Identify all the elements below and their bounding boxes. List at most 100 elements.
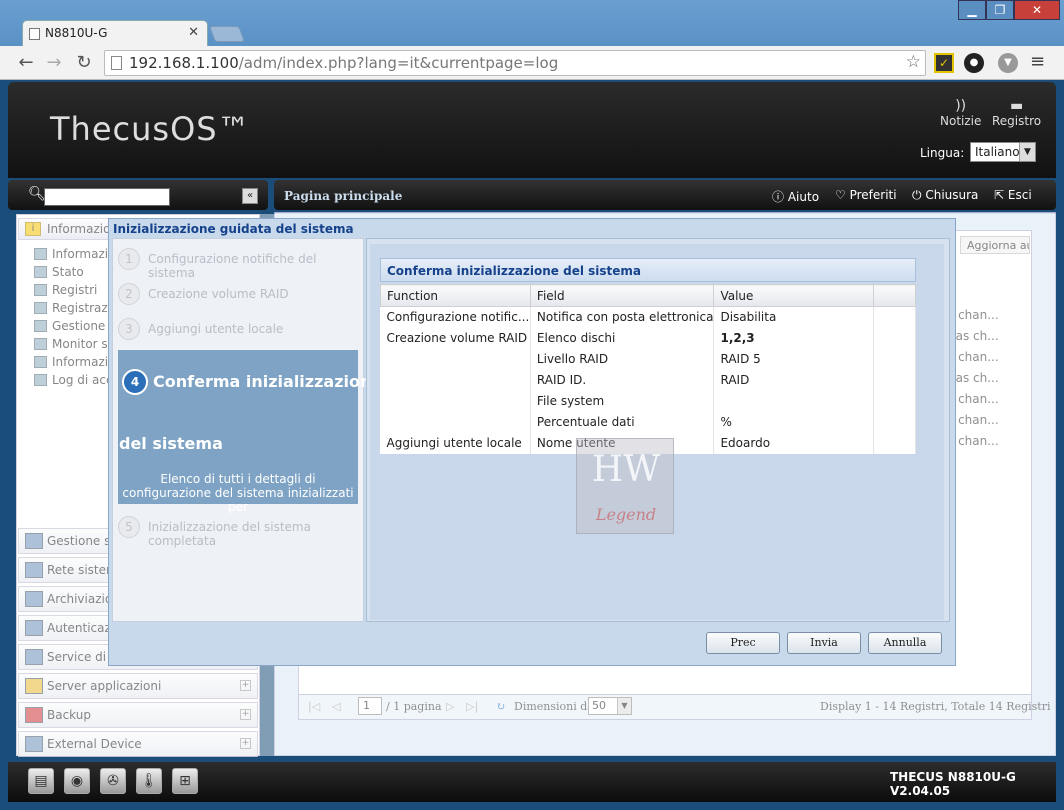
column-header-value[interactable]: Value — [713, 284, 874, 307]
news-label: Notizie — [940, 114, 982, 128]
cell-value: Disabilita — [713, 306, 874, 328]
current-step-description: Elenco di tutti i dettagli di configuraz… — [122, 472, 354, 514]
cell-value: Edoardo — [713, 432, 874, 454]
new-tab-button[interactable] — [209, 26, 245, 42]
cancel-button[interactable]: Annulla — [868, 632, 942, 654]
browser-tab[interactable]: N8810U-G ✕ — [22, 20, 208, 46]
cell-value: 1,2,3 — [713, 327, 874, 349]
step-label: Aggiungi utente locale — [148, 322, 284, 336]
shutdown-link[interactable]: ⏻ Chiusura — [912, 188, 978, 203]
table-row[interactable]: Creazione volume RAID Elenco dischi 1,2,3 — [380, 327, 917, 349]
wizard-step-5: 5 Inizializzazione del sistema completata — [118, 516, 358, 548]
wizard-step-2: 2 Creazione volume RAID — [118, 283, 358, 305]
cell-empty — [873, 390, 917, 412]
cell-empty — [873, 369, 917, 391]
help-link[interactable]: ⓘ Aiuto — [772, 188, 819, 205]
wizard-step-3: 3 Aggiungi utente locale — [118, 318, 358, 340]
extension-icon[interactable]: ✓ — [934, 53, 954, 73]
maximize-button[interactable]: ❐ — [986, 0, 1014, 20]
log-label: Registro — [992, 114, 1042, 128]
cell-empty — [873, 432, 917, 454]
address-bar[interactable]: 192.168.1.100/adm/index.php?lang=it&curr… — [104, 50, 926, 76]
back-icon[interactable]: ← — [14, 52, 38, 73]
current-step-label: Conferma inizializzazione — [153, 372, 383, 391]
cell-empty — [873, 411, 917, 433]
language-select[interactable]: Italiano ▼ — [970, 142, 1036, 162]
cell-field: Notifica con posta elettronica — [530, 306, 715, 328]
help-icon: ⓘ — [772, 190, 785, 204]
heart-icon: ♡ — [835, 188, 846, 202]
cell-empty — [873, 348, 917, 370]
cell-field: File system — [530, 390, 715, 412]
network-icon[interactable]: ⊞ — [172, 768, 198, 794]
storage-status-icon[interactable]: ▤ — [28, 768, 54, 794]
shutdown-label: Chiusura — [925, 188, 979, 202]
logout-label: Esci — [1007, 188, 1032, 202]
page-title: Pagina principale — [284, 189, 403, 203]
wizard-step-1: 1 Configurazione notifiche del sistema — [118, 248, 358, 280]
column-header-empty — [872, 284, 917, 307]
watermark-logo: HW Legend — [576, 438, 674, 534]
chat-icon: ▬ — [1009, 98, 1024, 114]
cell-function: Creazione volume RAID — [380, 327, 531, 349]
news-link[interactable]: )) Notizie — [940, 98, 981, 128]
cell-value — [713, 390, 874, 412]
column-header-field[interactable]: Field — [529, 284, 715, 307]
current-step-label-line2: del sistema — [119, 434, 223, 453]
send-button[interactable]: Invia — [787, 632, 861, 654]
logout-icon: ⇱ — [994, 188, 1005, 202]
fan-icon[interactable]: ✇ — [100, 768, 126, 794]
close-window-button[interactable]: ✕ — [1014, 0, 1060, 20]
favorites-link[interactable]: ♡ Preferiti — [835, 188, 897, 202]
url-host: 192.168.1.100 — [129, 54, 239, 72]
log-link[interactable]: ▬ Registro — [992, 98, 1041, 128]
table-row[interactable]: File system — [380, 390, 917, 412]
step-number: 1 — [118, 248, 140, 270]
rss-icon: )) — [955, 98, 967, 114]
cell-empty — [873, 327, 917, 349]
favorites-label: Preferiti — [849, 188, 897, 202]
current-step-number: 4 — [122, 369, 148, 395]
menu-icon[interactable]: ≡ — [1030, 51, 1045, 72]
table-row[interactable]: Percentuale dati% — [380, 411, 917, 433]
tab-close-icon[interactable]: ✕ — [188, 25, 199, 40]
forward-icon[interactable]: → — [42, 52, 66, 73]
watermark-subtext: Legend — [595, 505, 657, 524]
extension-shield-icon[interactable]: ▼ — [998, 53, 1018, 73]
confirm-table: Function Field Value Configurazione noti… — [380, 284, 917, 454]
minimize-button[interactable]: ▁ — [958, 0, 986, 20]
table-row[interactable]: RAID ID. RAID — [380, 369, 917, 391]
url-path: /adm/index.php?lang=it&currentpage=log — [238, 54, 559, 72]
language-value: Italiano — [975, 145, 1020, 159]
confirm-panel-title: Conferma inizializzazione del sistema — [380, 258, 916, 282]
help-label: Aiuto — [787, 190, 820, 204]
cell-function: Configurazione notific... — [380, 306, 531, 328]
bookmark-star-icon[interactable]: ☆ — [906, 52, 921, 72]
prev-button[interactable]: Prec — [706, 632, 780, 654]
cell-field: Elenco dischi — [530, 327, 715, 349]
cell-function — [380, 369, 531, 391]
cell-value: % — [713, 411, 874, 433]
temperature-icon[interactable]: 🌡︎ — [136, 768, 162, 794]
table-row[interactable]: Configurazione notific... Notifica con po… — [380, 306, 917, 328]
cell-value: RAID 5 — [713, 348, 874, 370]
wizard-title: Inizializzazione guidata del sistema — [113, 222, 354, 236]
step-label: Configurazione notifiche del sistema — [148, 252, 317, 280]
extension-off-icon[interactable]: ● — [964, 53, 984, 73]
cell-function — [380, 411, 531, 433]
collapse-sidebar-button[interactable]: « — [242, 188, 258, 204]
brand-logo: ThecusOS™ — [50, 110, 251, 148]
step-label: Inizializzazione del sistema completata — [148, 520, 311, 548]
column-header-function[interactable]: Function — [380, 284, 531, 307]
table-row[interactable]: Livello RAID RAID 5 — [380, 348, 917, 370]
reload-icon[interactable]: ↻ — [72, 52, 96, 73]
cell-field: RAID ID. — [530, 369, 715, 391]
cell-function — [380, 348, 531, 370]
logout-link[interactable]: ⇱ Esci — [994, 188, 1032, 202]
cell-function: Aggiungi utente locale — [380, 432, 531, 454]
search-input[interactable] — [44, 188, 170, 206]
page-icon — [111, 56, 122, 70]
power-icon: ⏻ — [912, 188, 922, 202]
disk-icon[interactable]: ◉ — [64, 768, 90, 794]
cell-empty — [873, 306, 917, 328]
